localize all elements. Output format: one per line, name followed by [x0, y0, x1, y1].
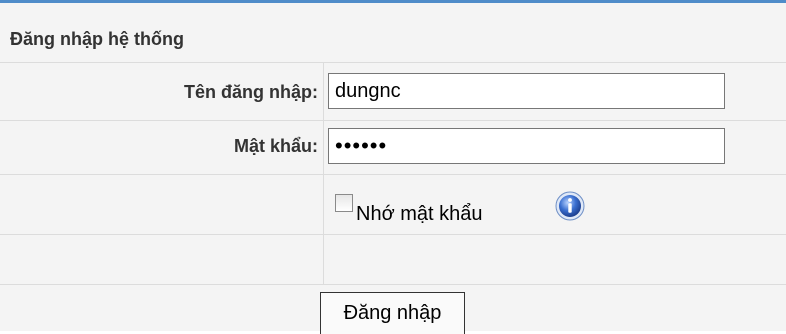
username-row: Tên đăng nhập:	[0, 63, 786, 121]
username-label: Tên đăng nhập:	[184, 82, 318, 102]
login-panel: Đăng nhập hệ thống Tên đăng nhập: Mật kh…	[0, 0, 786, 334]
remember-checkbox[interactable]	[335, 194, 353, 212]
username-input[interactable]	[328, 73, 725, 109]
login-title: Đăng nhập hệ thống	[10, 29, 184, 49]
password-label: Mật khẩu:	[233, 136, 318, 156]
submit-row: Đăng nhập	[0, 285, 786, 334]
login-button[interactable]: Đăng nhập	[320, 292, 465, 334]
remember-row: Nhớ mật khẩu	[0, 175, 786, 235]
password-row: Mật khẩu:	[0, 121, 786, 175]
login-header: Đăng nhập hệ thống	[0, 3, 786, 63]
info-icon[interactable]	[555, 191, 585, 221]
spacer-row	[0, 235, 786, 285]
password-input[interactable]	[328, 128, 725, 164]
remember-label[interactable]: Nhớ mật khẩu	[356, 203, 483, 226]
column-divider	[323, 63, 324, 285]
